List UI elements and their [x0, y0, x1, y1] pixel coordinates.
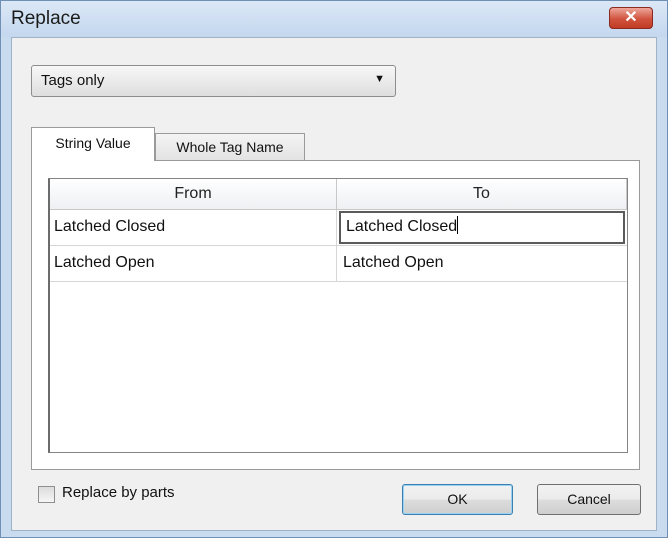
cell-from[interactable]: Latched Closed	[50, 210, 337, 245]
ok-button-label: OK	[447, 491, 468, 507]
window-title: Replace	[11, 8, 81, 29]
cancel-button-label: Cancel	[567, 491, 611, 507]
replace-by-parts-checkbox[interactable]	[38, 486, 55, 503]
cell-to[interactable]: Latched Open	[337, 246, 627, 281]
replace-by-parts-label[interactable]: Replace by parts	[62, 484, 175, 501]
text-caret	[457, 216, 459, 234]
tab-panel-string-value: From To Latched Closed Latched Closed La…	[31, 160, 640, 470]
tab-string-value[interactable]: String Value	[31, 127, 155, 161]
table-row[interactable]: Latched Open Latched Open	[50, 246, 627, 282]
replace-dialog: Replace ✕ Tags only ▼ String Value Whole…	[0, 0, 668, 538]
tab-whole-tag-name[interactable]: Whole Tag Name	[155, 133, 305, 161]
scope-dropdown[interactable]: Tags only ▼	[31, 65, 396, 97]
cancel-button[interactable]: Cancel	[537, 484, 641, 515]
tab-string-value-label: String Value	[55, 135, 131, 151]
ok-button[interactable]: OK	[402, 484, 513, 515]
cell-from[interactable]: Latched Open	[50, 246, 337, 281]
title-bar[interactable]: Replace ✕	[1, 1, 667, 37]
column-header-to[interactable]: To	[337, 179, 627, 210]
close-icon: ✕	[624, 9, 638, 26]
close-button[interactable]: ✕	[609, 7, 653, 29]
replace-grid[interactable]: From To Latched Closed Latched Closed La…	[48, 178, 628, 453]
cell-to-editor-text: Latched Closed	[346, 218, 458, 235]
tab-whole-tag-name-label: Whole Tag Name	[176, 139, 284, 155]
table-row[interactable]: Latched Closed Latched Closed	[50, 210, 627, 246]
chevron-down-icon[interactable]: ▼	[374, 73, 385, 85]
cell-to-editor[interactable]: Latched Closed	[339, 211, 625, 244]
column-header-from[interactable]: From	[50, 179, 337, 210]
dialog-body: Tags only ▼ String Value Whole Tag Name …	[11, 37, 657, 531]
scope-dropdown-value: Tags only	[41, 72, 105, 89]
